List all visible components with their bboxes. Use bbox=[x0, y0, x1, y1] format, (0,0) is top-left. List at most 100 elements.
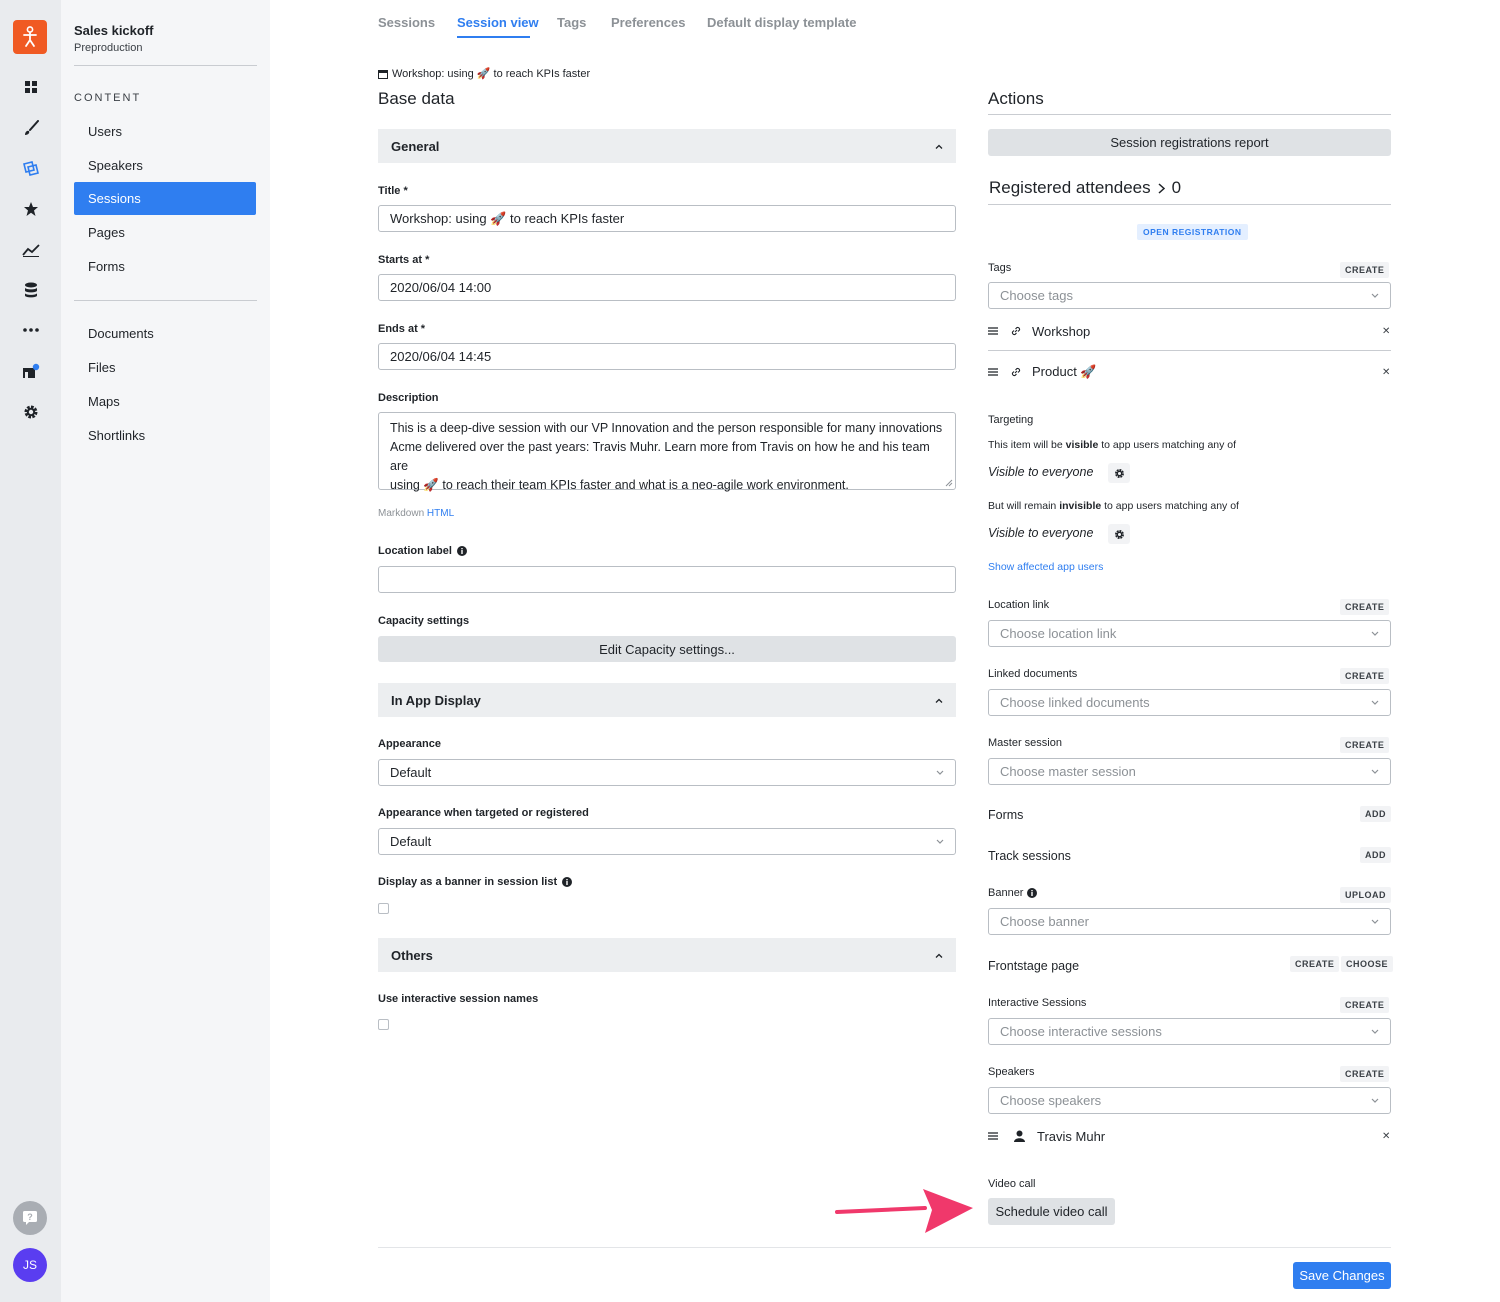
in-app-display-section-header[interactable]: In App Display bbox=[378, 683, 956, 717]
edit-capacity-button[interactable]: Edit Capacity settings... bbox=[378, 636, 956, 662]
sidebar-item-users[interactable]: Users bbox=[74, 115, 256, 148]
banner-upload-button[interactable]: UPLOAD bbox=[1340, 887, 1391, 903]
title-input[interactable]: Workshop: using 🚀 to reach KPIs faster bbox=[378, 205, 956, 232]
sidebar-item-shortlinks[interactable]: Shortlinks bbox=[74, 419, 256, 452]
settings-icon[interactable] bbox=[16, 400, 46, 424]
info-icon[interactable] bbox=[456, 546, 467, 556]
format-switch: Markdown HTML bbox=[378, 508, 454, 519]
master-session-select[interactable]: Choose master session bbox=[988, 758, 1391, 785]
banner-select[interactable]: Choose banner bbox=[988, 908, 1391, 935]
open-registration-badge[interactable]: OPEN REGISTRATION bbox=[1137, 224, 1248, 240]
description-line: Acme delivered over the past years: Trav… bbox=[390, 440, 930, 473]
location-label-input[interactable] bbox=[378, 566, 956, 593]
location-label-row: Location label bbox=[378, 545, 467, 557]
speakers-select[interactable]: Choose speakers bbox=[988, 1087, 1391, 1114]
brush-icon[interactable] bbox=[16, 116, 46, 140]
info-icon[interactable] bbox=[562, 877, 573, 887]
targeting-invisible-gear-icon[interactable] bbox=[1108, 524, 1130, 544]
location-link-select[interactable]: Choose location link bbox=[988, 620, 1391, 647]
targeting-visible-text: This item will be visible to app users m… bbox=[988, 439, 1237, 451]
tag-label[interactable]: Workshop bbox=[1032, 324, 1090, 339]
sidebar-item-sessions[interactable]: Sessions bbox=[74, 182, 256, 215]
remove-speaker-icon[interactable]: ✕ bbox=[1382, 1131, 1390, 1142]
appearance-targeted-select[interactable]: Default bbox=[378, 828, 956, 855]
interactive-sessions-create-button[interactable]: CREATE bbox=[1340, 997, 1390, 1013]
sidebar-item-documents[interactable]: Documents bbox=[74, 317, 256, 350]
sidebar-item-forms[interactable]: Forms bbox=[74, 250, 256, 283]
speaker-row: Travis Muhr bbox=[988, 1121, 1391, 1151]
interactive-sessions-select[interactable]: Choose interactive sessions bbox=[988, 1018, 1391, 1045]
show-affected-users-link[interactable]: Show affected app users bbox=[988, 561, 1103, 573]
sidebar-item-maps[interactable]: Maps bbox=[74, 385, 256, 418]
format-markdown[interactable]: Markdown bbox=[378, 508, 424, 519]
description-textarea[interactable]: This is a deep-dive session with our VP … bbox=[378, 412, 956, 492]
linked-documents-create-button[interactable]: CREATE bbox=[1340, 668, 1390, 684]
person-icon bbox=[1014, 1130, 1025, 1142]
chevron-right-icon bbox=[1158, 182, 1165, 194]
database-icon[interactable] bbox=[16, 278, 46, 302]
starts-at-input[interactable]: 2020/06/04 14:00 bbox=[378, 274, 956, 301]
general-section-header[interactable]: General bbox=[378, 129, 956, 163]
chevron-down-icon bbox=[1371, 919, 1379, 924]
app-logo[interactable] bbox=[13, 20, 47, 54]
drag-handle-icon[interactable] bbox=[988, 368, 998, 376]
more-icon[interactable] bbox=[16, 318, 46, 342]
analytics-icon[interactable] bbox=[16, 238, 46, 262]
tag-label[interactable]: Product 🚀 bbox=[1032, 364, 1097, 380]
dashboard-icon[interactable] bbox=[16, 75, 46, 99]
targeting-visible-gear-icon[interactable] bbox=[1108, 463, 1130, 483]
starts-at-label: Starts at * bbox=[378, 254, 430, 266]
footer-divider bbox=[378, 1247, 1391, 1248]
user-avatar[interactable]: JS bbox=[13, 1248, 47, 1282]
content-icon[interactable] bbox=[16, 157, 46, 181]
appearance-value: Default bbox=[390, 765, 432, 780]
resize-handle-icon[interactable] bbox=[945, 479, 953, 487]
frontstage-choose-button[interactable]: CHOOSE bbox=[1341, 956, 1394, 972]
sidebar-item-speakers[interactable]: Speakers bbox=[74, 149, 256, 182]
store-icon[interactable] bbox=[16, 359, 46, 383]
chevron-up-icon bbox=[935, 698, 943, 703]
tab-tags[interactable]: Tags bbox=[557, 15, 586, 30]
remove-tag-icon[interactable]: ✕ bbox=[1382, 326, 1390, 337]
speakers-placeholder: Choose speakers bbox=[1000, 1093, 1102, 1108]
sidebar-item-pages[interactable]: Pages bbox=[74, 216, 256, 249]
drag-handle-icon[interactable] bbox=[988, 327, 998, 335]
session-registrations-report-button[interactable]: Session registrations report bbox=[988, 129, 1391, 156]
tab-session-view[interactable]: Session view bbox=[457, 15, 539, 30]
speaker-name[interactable]: Travis Muhr bbox=[1037, 1129, 1105, 1144]
tags-select[interactable]: Choose tags bbox=[988, 282, 1391, 309]
tab-preferences[interactable]: Preferences bbox=[611, 15, 685, 30]
speakers-create-button[interactable]: CREATE bbox=[1340, 1066, 1390, 1082]
interactive-names-checkbox[interactable] bbox=[378, 1019, 389, 1030]
remove-tag-icon[interactable]: ✕ bbox=[1382, 367, 1390, 378]
linked-documents-select[interactable]: Choose linked documents bbox=[988, 689, 1391, 716]
link-icon bbox=[1011, 367, 1021, 377]
forms-add-button[interactable]: ADD bbox=[1360, 806, 1391, 822]
tags-create-button[interactable]: CREATE bbox=[1340, 262, 1390, 278]
appearance-select[interactable]: Default bbox=[378, 759, 956, 786]
schedule-video-call-button[interactable]: Schedule video call bbox=[988, 1198, 1115, 1225]
linked-documents-placeholder: Choose linked documents bbox=[1000, 695, 1150, 710]
tag-row: Workshop bbox=[988, 316, 1391, 346]
format-html[interactable]: HTML bbox=[427, 508, 454, 519]
tab-sessions[interactable]: Sessions bbox=[378, 15, 435, 30]
description-label: Description bbox=[378, 392, 439, 404]
others-section-header[interactable]: Others bbox=[378, 938, 956, 972]
chevron-down-icon bbox=[936, 770, 944, 775]
track-sessions-add-button[interactable]: ADD bbox=[1360, 847, 1391, 863]
star-icon[interactable] bbox=[16, 197, 46, 221]
drag-handle-icon[interactable] bbox=[988, 1132, 998, 1140]
frontstage-create-button[interactable]: CREATE bbox=[1290, 956, 1340, 972]
ends-at-input[interactable]: 2020/06/04 14:45 bbox=[378, 343, 956, 370]
in-app-display-label: In App Display bbox=[391, 692, 481, 708]
banner-in-list-checkbox[interactable] bbox=[378, 903, 389, 914]
help-icon[interactable]: ? bbox=[13, 1201, 47, 1235]
registered-attendees-row[interactable]: Registered attendees 0 bbox=[989, 178, 1181, 198]
location-link-create-button[interactable]: CREATE bbox=[1340, 599, 1390, 615]
save-changes-button[interactable]: Save Changes bbox=[1293, 1262, 1391, 1289]
info-icon[interactable] bbox=[1027, 888, 1038, 898]
frontstage-page-label: Frontstage page bbox=[988, 959, 1080, 973]
sidebar-item-files[interactable]: Files bbox=[74, 351, 256, 384]
tab-default-display-template[interactable]: Default display template bbox=[707, 15, 857, 30]
master-session-create-button[interactable]: CREATE bbox=[1340, 737, 1390, 753]
